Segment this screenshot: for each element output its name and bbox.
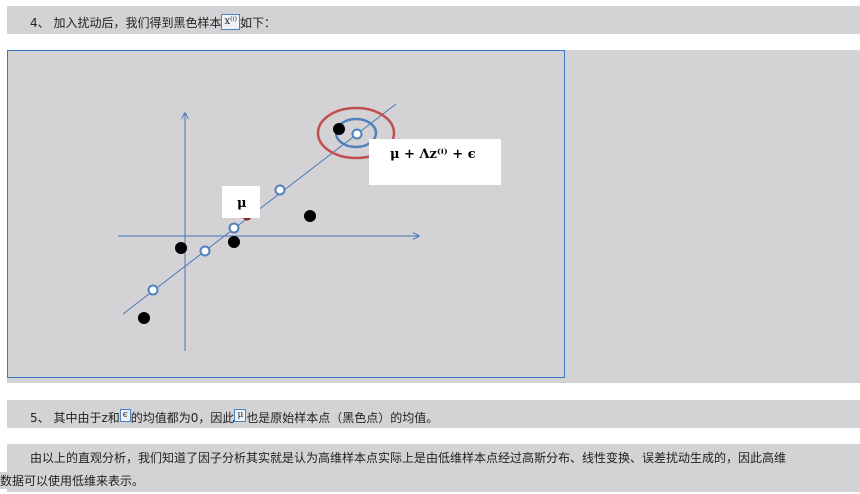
black-sample-point — [333, 123, 345, 135]
step-5-line: 5、 其中由于z和 ϵ 的均值都为0，因此 μ 也是原始样本点（黑色点）的均值。 — [7, 400, 860, 428]
formula-label-box — [369, 139, 501, 185]
summary-line-a: 由以上的直观分析，我们知道了因子分析其实就是认为高维样本点实际上是由低维样本点经… — [30, 451, 787, 465]
black-sample-point — [304, 210, 316, 222]
step-4-text: 4、 加入扰动后，我们得到黑色样本 x⁽ⁱ⁾ 如下： — [30, 14, 276, 31]
black-sample-point — [138, 312, 150, 324]
formula-label: μ + Λz⁽ⁱ⁾ + ϵ — [390, 147, 476, 162]
sample-point-open — [351, 128, 363, 140]
mu-symbol: μ — [234, 409, 247, 422]
step-4-line: 4、 加入扰动后，我们得到黑色样本 x⁽ⁱ⁾ 如下： — [7, 6, 860, 34]
mu-label: μ — [237, 196, 247, 211]
sample-point-open — [228, 222, 240, 234]
step-5-part2: 的均值都为0，因此 — [130, 411, 235, 425]
epsilon-symbol: ϵ — [119, 409, 131, 422]
figure-band: μ μ + Λz⁽ⁱ⁾ + ϵ — [7, 50, 860, 383]
x-superscript-i-symbol: x⁽ⁱ⁾ — [221, 14, 241, 30]
summary-line-b: 数据可以使用低维来表示。 — [0, 472, 149, 489]
scatter-diagram: μ μ + Λz⁽ⁱ⁾ + ϵ — [118, 103, 501, 351]
step-5-part3: 也是原始样本点（黑色点）的均值。 — [246, 411, 439, 425]
sample-point-open — [199, 245, 211, 257]
black-sample-point — [228, 236, 240, 248]
black-sample-point — [175, 242, 187, 254]
factor-analysis-figure: μ μ + Λz⁽ⁱ⁾ + ϵ — [7, 50, 565, 378]
step-5-part1: 5、 其中由于z和 — [30, 411, 120, 425]
sample-point-open — [147, 284, 159, 296]
summary-paragraph: 由以上的直观分析，我们知道了因子分析其实就是认为高维样本点实际上是由低维样本点经… — [0, 444, 860, 492]
step-4-prefix: 4、 加入扰动后，我们得到黑色样本 — [30, 16, 222, 30]
step-5-text: 5、 其中由于z和 ϵ 的均值都为0，因此 μ 也是原始样本点（黑色点）的均值。 — [30, 409, 438, 426]
step-4-suffix: 如下： — [240, 16, 277, 30]
sample-point-open — [274, 184, 286, 196]
